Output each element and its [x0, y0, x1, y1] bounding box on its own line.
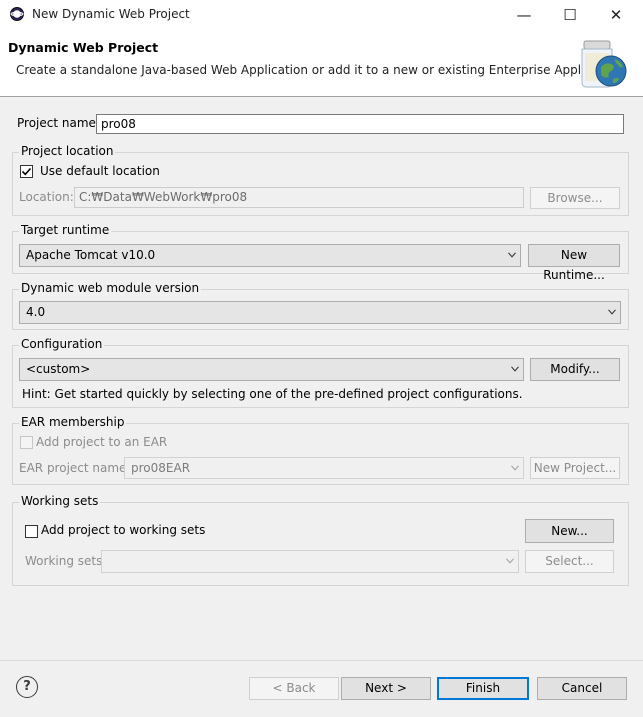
- chevron-down-icon: [506, 558, 514, 564]
- page-title: Dynamic Web Project: [8, 40, 159, 55]
- configuration-hint: Hint: Get started quickly by selecting o…: [22, 387, 523, 401]
- ear-project-name-value: pro08EAR: [131, 461, 191, 475]
- configuration-label: Configuration: [19, 337, 105, 351]
- app-icon: [9, 6, 25, 22]
- configuration-value: <custom>: [26, 362, 91, 376]
- back-button[interactable]: < Back: [249, 677, 339, 700]
- browse-button[interactable]: Browse...: [530, 187, 620, 209]
- module-version-select[interactable]: 4.0: [19, 301, 621, 324]
- ear-membership-label: EAR membership: [19, 415, 127, 429]
- chevron-down-icon: [511, 465, 519, 471]
- location-input[interactable]: C:₩Data₩WebWork₩pro08: [74, 187, 524, 208]
- project-name-label: Project name:: [17, 116, 100, 130]
- help-icon[interactable]: ?: [16, 676, 38, 698]
- project-name-input[interactable]: pro08: [96, 114, 624, 134]
- module-version-label: Dynamic web module version: [19, 281, 202, 295]
- maximize-button[interactable]: ☐: [547, 0, 593, 31]
- working-sets-select[interactable]: [101, 550, 519, 573]
- minimize-button[interactable]: —: [501, 0, 547, 31]
- cancel-button[interactable]: Cancel: [537, 677, 627, 700]
- ear-project-name-label: EAR project name:: [19, 461, 131, 475]
- use-default-location-label: Use default location: [40, 164, 160, 178]
- modify-button[interactable]: Modify...: [530, 358, 620, 381]
- new-project-button[interactable]: New Project...: [530, 457, 620, 479]
- add-to-working-sets-checkbox[interactable]: [25, 525, 38, 538]
- close-button[interactable]: ✕: [593, 0, 639, 31]
- finish-button[interactable]: Finish: [437, 677, 529, 700]
- target-runtime-select[interactable]: Apache Tomcat v10.0: [19, 244, 521, 267]
- working-sets-label: Working sets: [19, 494, 101, 508]
- select-working-sets-button[interactable]: Select...: [525, 550, 614, 573]
- window-title: New Dynamic Web Project: [32, 7, 190, 21]
- add-to-ear-label: Add project to an EAR: [36, 435, 168, 449]
- ear-project-name-select[interactable]: pro08EAR: [124, 457, 524, 479]
- location-label: Location:: [19, 190, 74, 204]
- add-to-working-sets-label: Add project to working sets: [41, 523, 206, 537]
- page-description: Create a standalone Java-based Web Appli…: [16, 63, 626, 77]
- next-button[interactable]: Next >: [341, 677, 431, 700]
- project-location-label: Project location: [19, 144, 116, 158]
- working-sets-field-label: Working sets:: [25, 554, 107, 568]
- chevron-down-icon: [511, 366, 519, 372]
- target-runtime-label: Target runtime: [19, 223, 112, 237]
- use-default-location-checkbox[interactable]: [20, 165, 33, 178]
- chevron-down-icon: [608, 309, 616, 315]
- new-runtime-button[interactable]: New Runtime...: [528, 244, 620, 282]
- working-sets-group: [12, 502, 629, 586]
- chevron-down-icon: [508, 252, 516, 258]
- footer-divider: [0, 660, 643, 661]
- target-runtime-value: Apache Tomcat v10.0: [26, 248, 156, 262]
- new-working-set-button[interactable]: New...: [525, 519, 614, 543]
- configuration-select[interactable]: <custom>: [19, 358, 524, 381]
- module-version-value: 4.0: [26, 305, 46, 319]
- add-to-ear-checkbox[interactable]: [20, 436, 33, 449]
- web-project-banner-icon: [575, 37, 629, 91]
